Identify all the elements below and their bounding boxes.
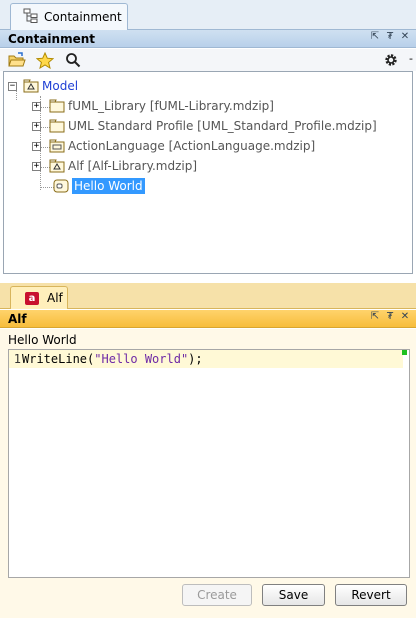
- alf-title-bar: Alf ⇱ ₮ ✕: [0, 310, 416, 328]
- tree-item-fuml-library[interactable]: + fUML_Library [fUML-Library.mdzip]: [32, 97, 274, 115]
- tab-alf-label: Alf: [47, 291, 63, 305]
- search-icon[interactable]: [64, 51, 82, 69]
- code-suffix: );: [188, 352, 203, 366]
- containment-title-bar: Containment ⇱ ₮ ✕: [0, 30, 416, 48]
- close-icon[interactable]: ✕: [400, 311, 410, 322]
- alf-element-name: Hello World: [8, 333, 77, 347]
- undock-icon[interactable]: ⇱: [370, 31, 380, 42]
- undock-icon[interactable]: ⇱: [370, 311, 380, 322]
- expand-icon[interactable]: +: [32, 121, 41, 131]
- tree-item-label: fUML_Library [fUML-Library.mdzip]: [68, 99, 274, 113]
- alf-tab-strip: a Alf: [0, 283, 416, 309]
- package-icon: [49, 119, 65, 133]
- pin-icon[interactable]: ₮: [385, 31, 395, 42]
- alf-code-editor[interactable]: 1 WriteLine( "Hello World" );: [8, 349, 410, 578]
- tab-containment[interactable]: Containment: [10, 3, 128, 30]
- tree-item-label: UML Standard Profile [UML_Standard_Profi…: [68, 119, 377, 133]
- tree-item-label: ActionLanguage [ActionLanguage.mdzip]: [68, 139, 316, 153]
- alf-title: Alf: [8, 311, 27, 326]
- expand-icon[interactable]: +: [32, 101, 41, 111]
- more-options-icon[interactable]: -: [409, 52, 413, 65]
- tree-item-label: Alf [Alf-Library.mdzip]: [68, 159, 198, 173]
- code-prefix: WriteLine(: [22, 352, 95, 366]
- containment-tree: − Model + fUML_Library [fUML-Library.mdz…: [3, 71, 413, 274]
- pin-icon[interactable]: ₮: [385, 311, 395, 322]
- containment-tab-strip: Containment: [0, 0, 416, 30]
- star-icon[interactable]: [36, 51, 54, 69]
- tree-item-hello-world[interactable]: Hello World: [53, 177, 145, 195]
- tree-item-label: Hello World: [72, 178, 145, 194]
- tree-item-uml-standard-profile[interactable]: + UML Standard Profile [UML_Standard_Pro…: [32, 117, 377, 135]
- alf-icon: a: [25, 291, 39, 305]
- close-icon[interactable]: ✕: [400, 31, 410, 42]
- tab-alf[interactable]: a Alf: [10, 286, 68, 309]
- containment-tree-icon: [23, 8, 39, 26]
- tree-item-actionlanguage[interactable]: + ActionLanguage [ActionLanguage.mdzip]: [32, 137, 315, 155]
- collapse-icon[interactable]: −: [8, 81, 17, 91]
- containment-title: Containment: [8, 31, 96, 46]
- containment-toolbar: -: [0, 49, 416, 71]
- model-package-icon: [49, 159, 65, 173]
- tree-item-model[interactable]: − Model: [8, 77, 78, 95]
- tree-item-label: Model: [42, 79, 79, 93]
- model-package-icon: [23, 79, 39, 93]
- status-indicator: [402, 350, 407, 355]
- gear-icon[interactable]: [382, 51, 400, 69]
- expand-icon[interactable]: +: [32, 161, 41, 171]
- revert-button[interactable]: Revert: [335, 584, 407, 606]
- open-folder-icon[interactable]: [8, 51, 26, 69]
- package-icon: [49, 99, 65, 113]
- save-button[interactable]: Save: [262, 584, 325, 606]
- code-line[interactable]: 1 WriteLine( "Hello World" );: [9, 350, 403, 368]
- profile-package-icon: [49, 139, 65, 153]
- activity-icon: [53, 179, 69, 193]
- line-number: 1: [13, 352, 21, 366]
- tree-item-alf[interactable]: + Alf [Alf-Library.mdzip]: [32, 157, 197, 175]
- expand-icon[interactable]: +: [32, 141, 41, 151]
- code-string: "Hello World": [94, 352, 189, 366]
- create-button[interactable]: Create: [182, 584, 252, 606]
- tab-containment-label: Containment: [44, 10, 122, 24]
